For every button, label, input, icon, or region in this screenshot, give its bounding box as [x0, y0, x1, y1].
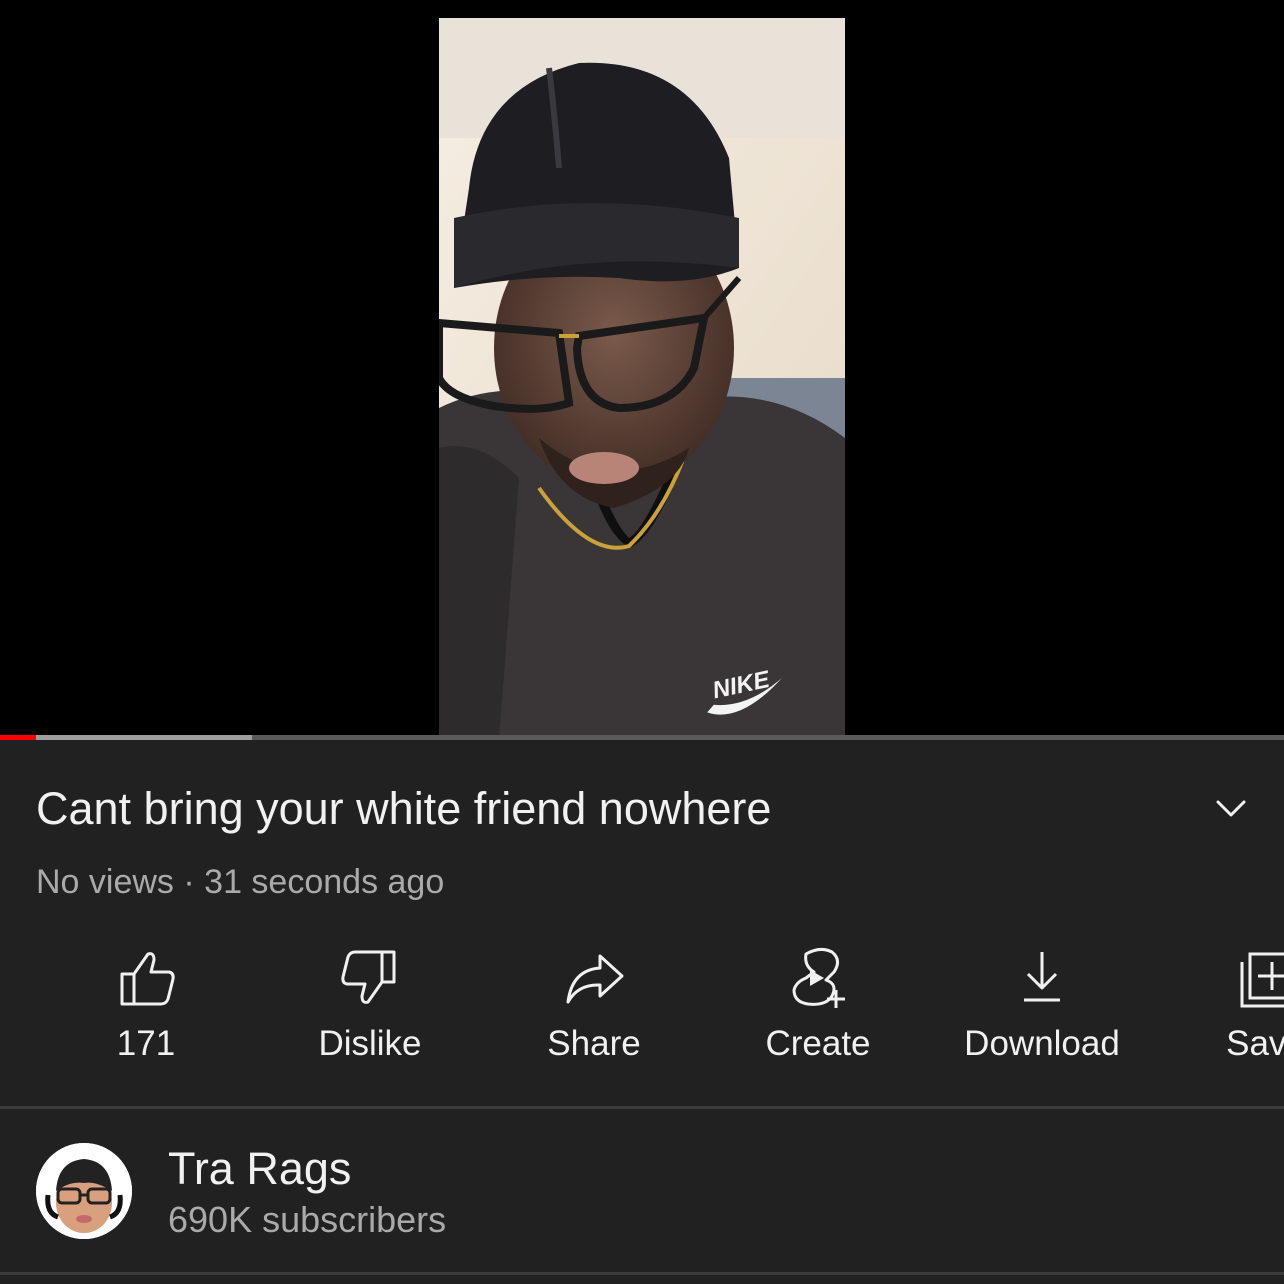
video-metadata[interactable]: No views · 31 seconds ago	[36, 860, 444, 904]
share-icon	[566, 954, 624, 1004]
like-count: 171	[116, 1024, 176, 1063]
video-player[interactable]: NIKE	[0, 0, 1284, 740]
video-thumbnail-illustration: NIKE	[439, 18, 845, 740]
thumbs-down-icon	[341, 950, 396, 1004]
video-title[interactable]: Cant bring your white friend nowhere	[36, 780, 771, 838]
avatar-illustration	[36, 1143, 132, 1239]
expand-description-button[interactable]	[1206, 784, 1256, 834]
download-button[interactable]: Download	[930, 940, 1154, 1070]
upload-age: 31 seconds ago	[204, 863, 445, 901]
create-button[interactable]: Create	[706, 940, 930, 1070]
like-button[interactable]: 171	[34, 940, 258, 1070]
chevron-down-icon	[1216, 800, 1246, 817]
view-count: No views	[36, 863, 174, 901]
video-frame[interactable]: NIKE	[439, 18, 845, 740]
divider	[0, 1272, 1284, 1275]
dislike-label: Dislike	[318, 1024, 422, 1063]
progress-buffered	[0, 735, 252, 740]
create-icon	[792, 947, 845, 1008]
save-playlist-icon	[1240, 952, 1284, 1008]
create-label: Create	[765, 1024, 871, 1063]
channel-name[interactable]: Tra Rags	[168, 1142, 351, 1196]
share-button[interactable]: Share	[482, 940, 706, 1070]
progress-played	[0, 735, 36, 740]
download-label: Download	[964, 1024, 1120, 1063]
meta-separator: ·	[183, 863, 195, 901]
thumbs-up-icon	[120, 952, 175, 1006]
save-label: Save	[1226, 1024, 1284, 1063]
save-button[interactable]: Save	[1154, 940, 1284, 1070]
download-icon	[1024, 952, 1060, 1002]
title-row[interactable]: Cant bring your white friend nowhere	[36, 780, 1256, 840]
channel-avatar[interactable]	[36, 1143, 132, 1239]
subscriber-count: 690K subscribers	[168, 1199, 447, 1240]
progress-bar[interactable]	[0, 735, 1284, 740]
dislike-button[interactable]: Dislike	[258, 940, 482, 1070]
share-label: Share	[547, 1024, 641, 1063]
action-bar: 171 Dislike Share Create Download Sav	[0, 940, 1284, 1080]
channel-row[interactable]: Tra Rags 690K subscribers	[0, 1110, 1284, 1272]
divider	[0, 1106, 1284, 1109]
